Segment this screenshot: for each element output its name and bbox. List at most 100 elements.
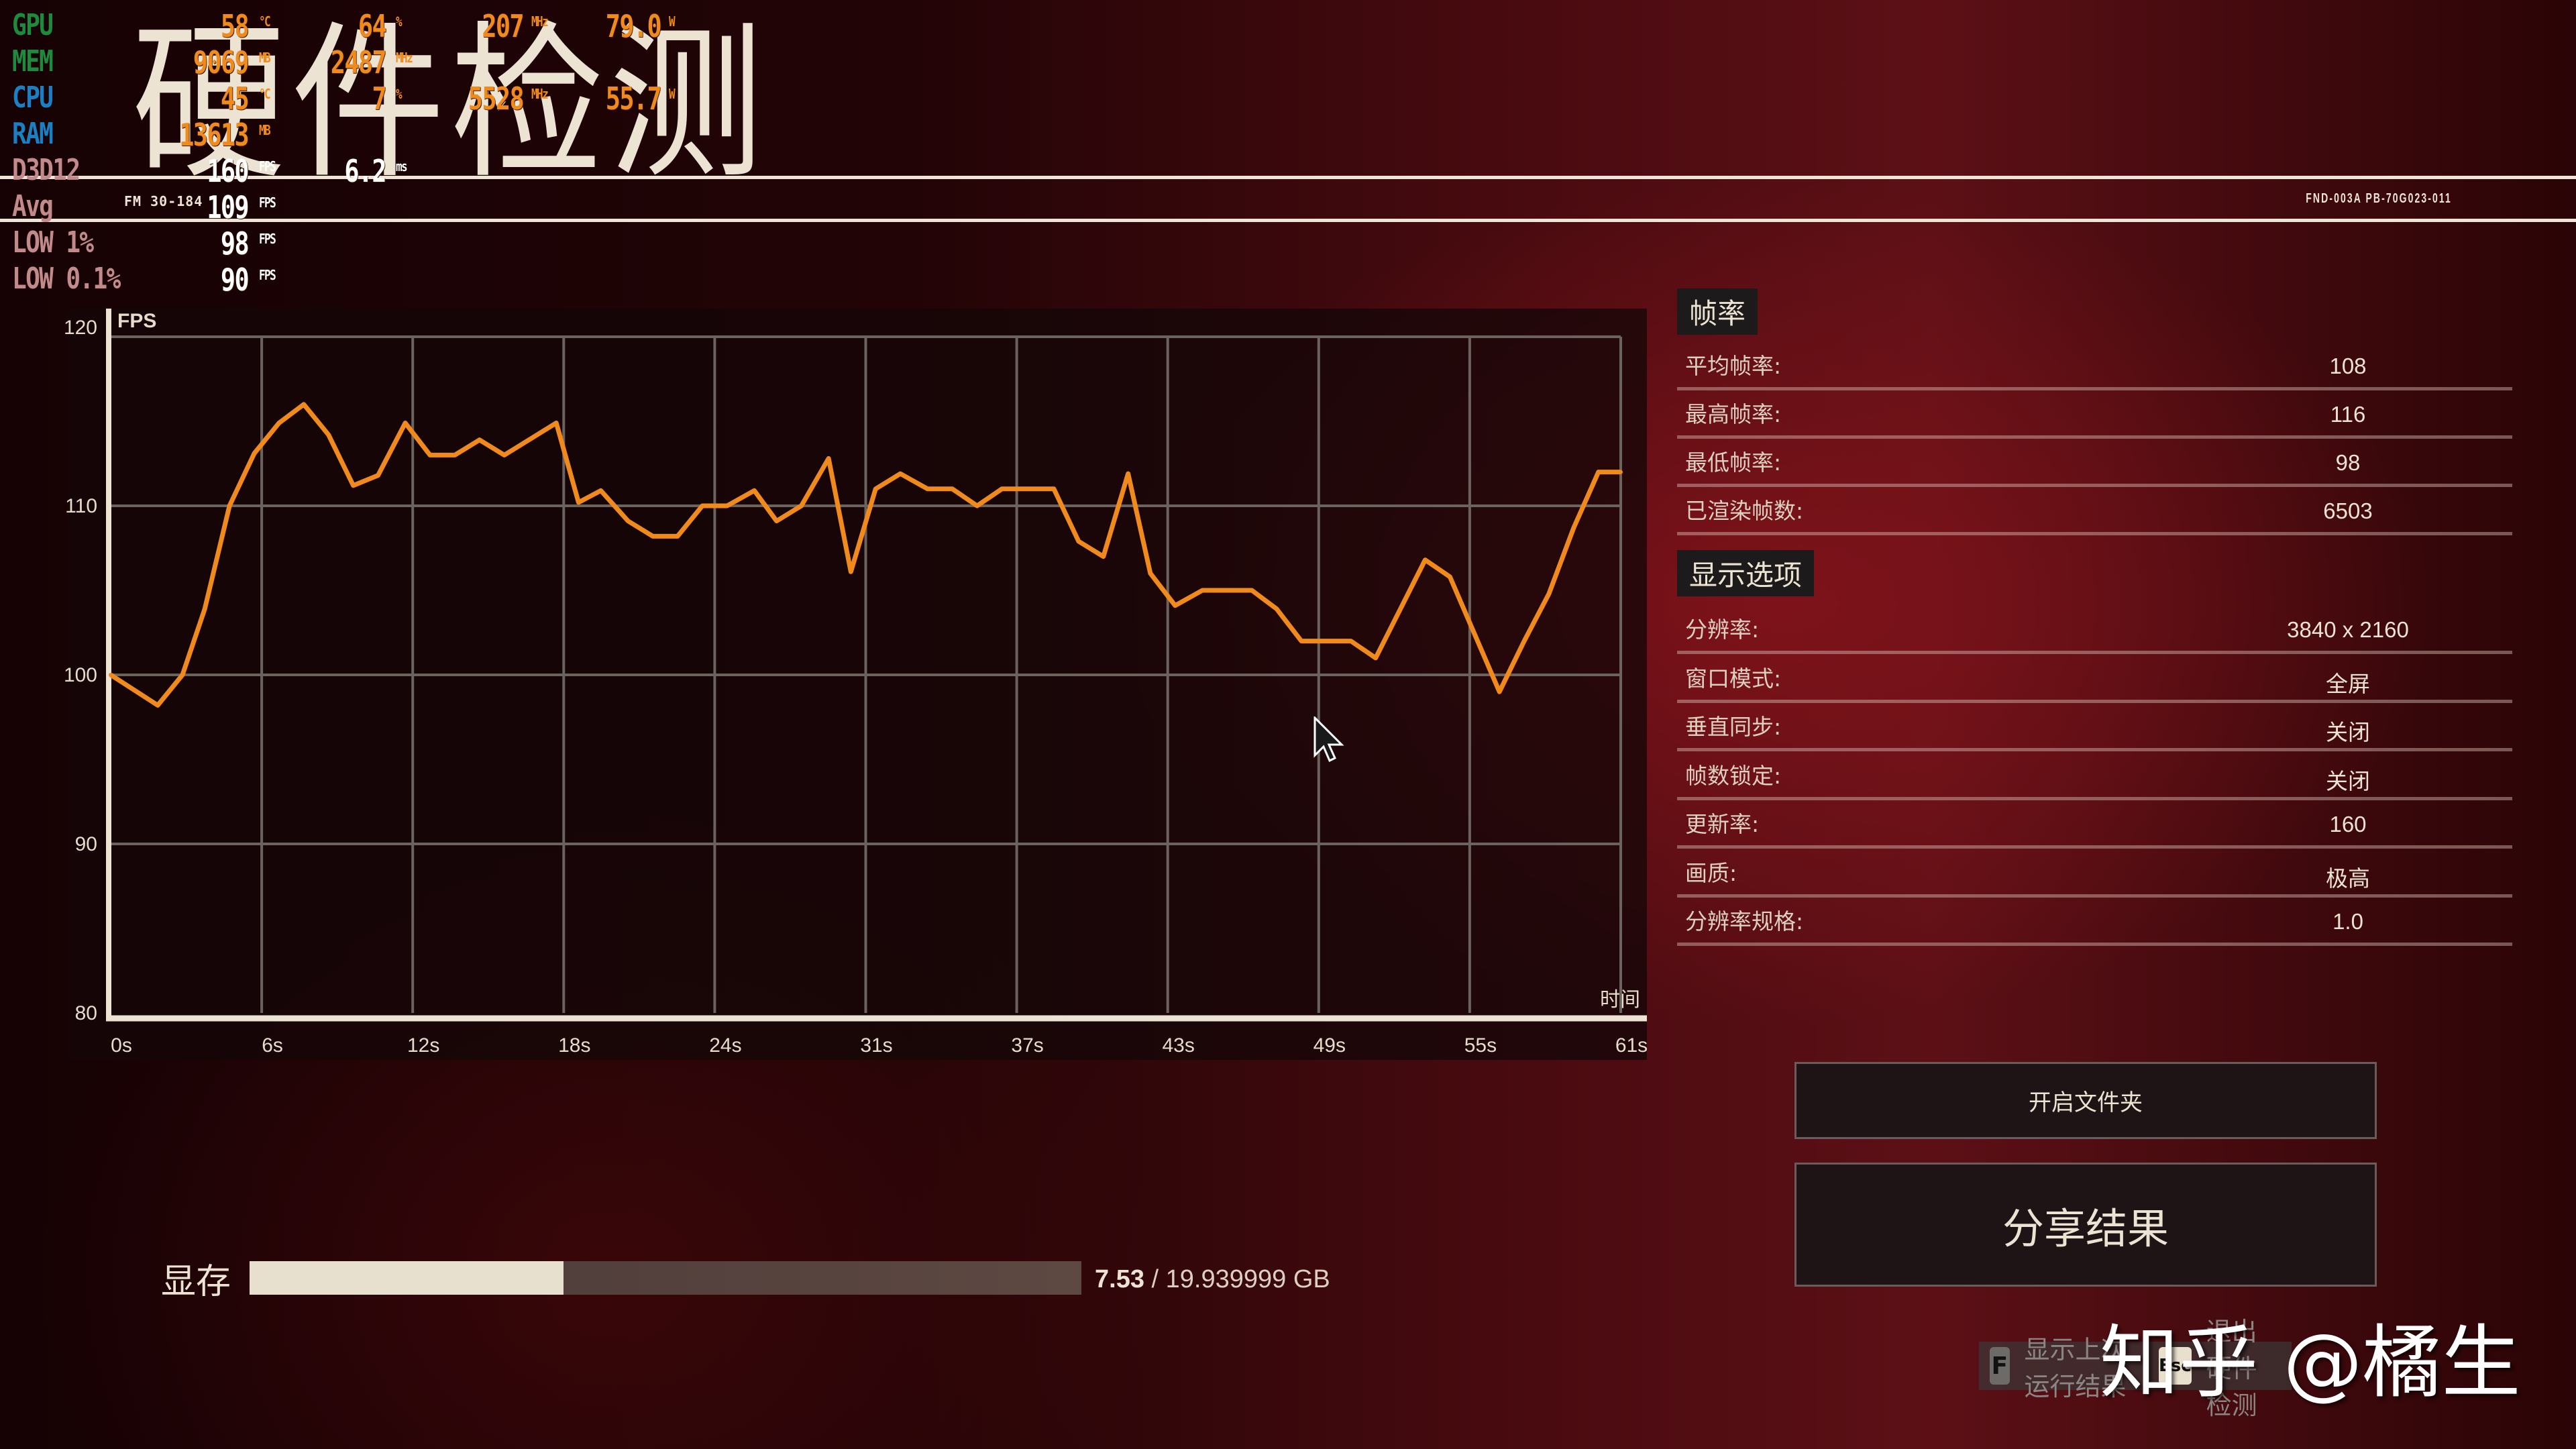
fps-data-point (203, 606, 207, 611)
fps-data-point (1448, 574, 1452, 579)
fps-data-point (1522, 639, 1527, 643)
stat-label: 分辨率: (1685, 616, 1760, 643)
fps-data-point (676, 534, 680, 539)
stat-value: 116 (2330, 402, 2366, 427)
fps-data-point (351, 483, 356, 488)
share-results-label: 分享结果 (2002, 1203, 2169, 1253)
x-tick-label: 12s (407, 1034, 439, 1057)
fps-data-point (301, 402, 306, 407)
fps-data-point (1000, 486, 1004, 491)
stat-value: 160 (2329, 812, 2367, 837)
stat-label: 已渲染帧数: (1685, 498, 1804, 524)
stat-value: 6503 (2323, 498, 2373, 523)
stat-value: 全屏 (2326, 671, 2370, 696)
fps-data-point (109, 673, 113, 677)
x-tick-label: 61s (1615, 1034, 1648, 1057)
stat-row: 分辨率规格: 1.0 (1677, 894, 2512, 946)
fps-data-point (1101, 554, 1106, 559)
open-folder-label: 开启文件夹 (2029, 1089, 2143, 1116)
fps-data-point (724, 504, 729, 508)
fps-data-point (502, 453, 506, 458)
vram-usage-bar (250, 1261, 1081, 1295)
x-tick-label: 18s (558, 1034, 590, 1057)
fps-data-point (554, 421, 559, 425)
stat-label: 最高帧率: (1685, 401, 1782, 427)
fps-data-point (873, 486, 878, 491)
mouse-cursor-icon (1313, 716, 1344, 763)
y-tick-label: 90 (75, 833, 97, 855)
display-section-title: 显示选项 (1677, 550, 1815, 596)
fps-data-point (898, 472, 903, 476)
stat-label: 分辨率规格: (1685, 908, 1804, 934)
fps-data-point (576, 500, 581, 504)
fps-data-point (826, 456, 831, 461)
watermark: 知乎 @橘生 (2100, 1316, 2521, 1409)
fps-data-point (227, 504, 232, 508)
x-tick-label: 24s (709, 1034, 741, 1057)
fps-data-point (1200, 588, 1205, 592)
y-tick-label: 110 (65, 495, 97, 517)
stat-value: 关闭 (2326, 720, 2370, 745)
stat-row: 画质: 极高 (1677, 846, 2512, 898)
x-tick-label: 49s (1313, 1034, 1346, 1057)
stat-row: 垂直同步: 关闭 (1677, 700, 2512, 751)
stat-label: 最低帧率: (1685, 449, 1782, 476)
y-tick-label: 120 (64, 317, 97, 339)
fps-data-point (276, 421, 281, 425)
y-tick-label: 80 (75, 1002, 97, 1024)
fps-data-point (1619, 470, 1623, 474)
share-results-button[interactable]: 分享结果 (1794, 1163, 2377, 1287)
stat-value: 108 (2329, 354, 2367, 378)
x-tick-label: 0s (111, 1034, 132, 1057)
f-key-icon: F (1990, 1347, 2010, 1385)
fps-data-point (326, 433, 331, 437)
fps-data-point (403, 421, 408, 425)
stat-row: 更新率: 160 (1677, 797, 2512, 849)
stat-label: 更新率: (1685, 811, 1760, 837)
x-tick-label: 6s (262, 1034, 283, 1057)
vram-used: 7.53 (1095, 1265, 1144, 1293)
vram-usage-fill (250, 1261, 564, 1295)
fps-data-point (477, 437, 482, 442)
stat-value: 98 (2335, 450, 2361, 475)
x-tick-label: 43s (1163, 1034, 1195, 1057)
fps-data-point (1051, 486, 1056, 491)
x-tick-label: 37s (1011, 1034, 1043, 1057)
x-axis-label: 时间 (1600, 989, 1640, 1011)
stat-label: 窗口模式: (1685, 665, 1782, 692)
fps-data-point (180, 673, 185, 677)
fps-data-point (252, 451, 257, 455)
fps-data-point (428, 453, 433, 458)
y-tick-label: 100 (64, 664, 97, 686)
stat-row: 最低帧率: 98 (1677, 435, 2512, 487)
fps-data-point (849, 570, 853, 574)
stat-label: 帧数锁定: (1685, 762, 1782, 789)
fps-data-point (1275, 606, 1279, 611)
fps-data-point (1497, 690, 1502, 694)
open-folder-button[interactable]: 开启文件夹 (1794, 1062, 2377, 1139)
fps-data-point (950, 486, 955, 491)
stat-row: 已渲染帧数: 6503 (1677, 484, 2512, 535)
stat-label: 画质: (1685, 859, 1737, 886)
x-tick-label: 31s (860, 1034, 892, 1057)
fps-data-point (1596, 470, 1601, 474)
vram-total: / 19.939999 GB (1151, 1265, 1330, 1293)
fps-data-point (156, 703, 160, 708)
fps-data-point (626, 519, 631, 523)
stat-value: 关闭 (2326, 768, 2370, 794)
fps-data-point (1299, 639, 1303, 643)
fps-data-point (651, 534, 655, 539)
fps-data-point (752, 488, 757, 493)
stat-row: 最高帧率: 116 (1677, 387, 2512, 439)
fps-data-point (1546, 592, 1551, 596)
stat-label: 平均帧率: (1685, 353, 1782, 379)
fps-data-point (1373, 655, 1378, 660)
stat-value: 3840 x 2160 (2287, 617, 2409, 642)
fps-data-point (799, 504, 804, 508)
stat-value: 1.0 (2332, 909, 2363, 934)
vram-label: 显存 (161, 1262, 231, 1302)
vram-usage-text: 7.53 / 19.939999 GB (1095, 1265, 1330, 1294)
stat-row: 分辨率: 3840 x 2160 (1677, 602, 2512, 654)
fps-data-point (1076, 539, 1081, 543)
fps-data-point (1173, 603, 1177, 608)
